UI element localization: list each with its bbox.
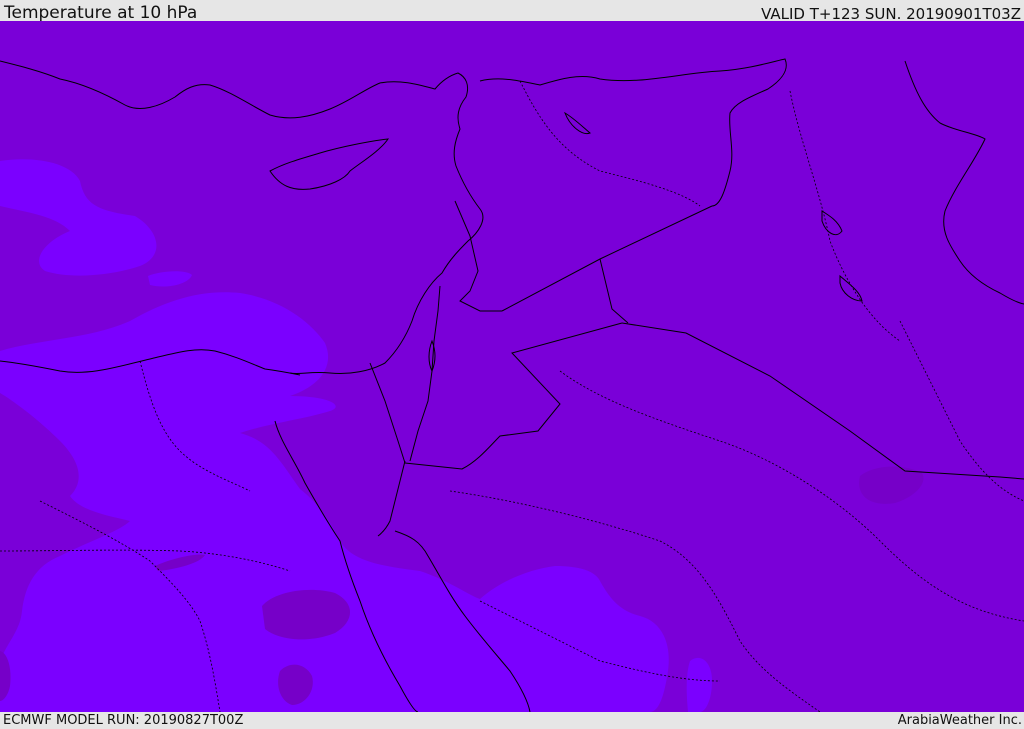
footer-bar: ECMWF MODEL RUN: 20190827T00Z ArabiaWeat… — [0, 712, 1024, 729]
map-panel[interactable] — [0, 21, 1024, 712]
credit: ArabiaWeather Inc. — [897, 713, 1022, 728]
map-title: Temperature at 10 hPa — [4, 3, 198, 23]
header-bar: Temperature at 10 hPa VALID T+123 SUN. 2… — [0, 0, 1024, 23]
map-canvas — [0, 21, 1024, 712]
model-run: ECMWF MODEL RUN: 20190827T00Z — [3, 713, 244, 728]
